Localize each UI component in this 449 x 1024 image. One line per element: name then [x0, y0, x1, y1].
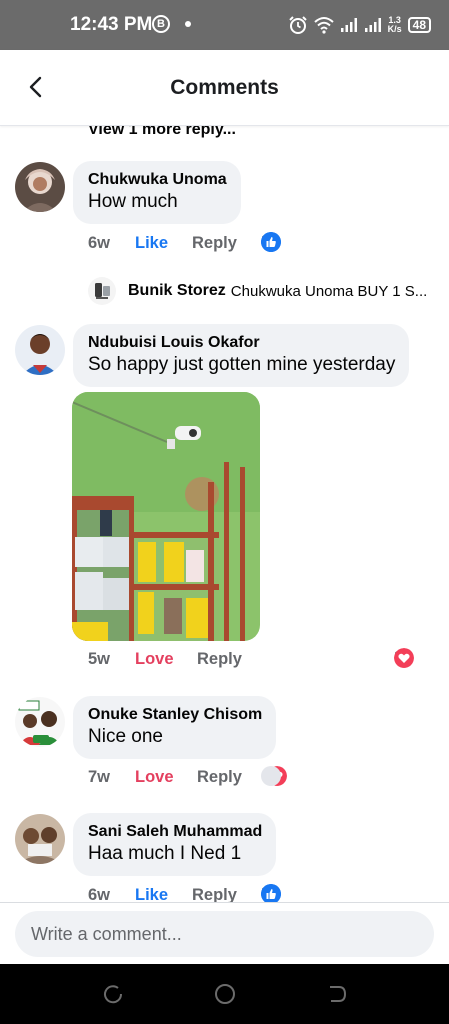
comment-actions: 7w Love Reply 2 [88, 766, 338, 790]
status-time: 12:43 PM [70, 14, 153, 35]
reply-button[interactable]: Reply [192, 886, 237, 902]
system-nav-bar [0, 964, 449, 1024]
signal-icon [340, 18, 357, 32]
reply-button[interactable]: Reply [197, 768, 242, 787]
comments-feed[interactable]: View 1 more reply... Chukwuka Unoma How … [0, 126, 449, 902]
reaction-count[interactable]: 1 [394, 648, 414, 668]
comment-bubble[interactable]: Ndubuisi Louis Okafor So happy just gott… [73, 324, 410, 387]
comment-text: How much [88, 191, 178, 212]
comment-time: 6w [88, 234, 111, 252]
comment-time: 6w [88, 886, 111, 902]
love-button[interactable]: Love [135, 650, 174, 669]
comment-author[interactable]: Onuke Stanley Chisom [88, 705, 262, 725]
reaction-icon [261, 766, 281, 786]
comment-text: Haa much I Ned 1 [88, 843, 242, 864]
reaction-count[interactable]: 2 [261, 766, 287, 786]
view-more-replies-link[interactable]: View 1 more reply... [88, 126, 236, 139]
comment-composer [0, 902, 449, 964]
reaction-count[interactable]: 1 [261, 884, 281, 902]
love-reaction-icon [394, 648, 414, 668]
alarm-icon [288, 16, 307, 34]
reply-button[interactable]: Reply [192, 234, 237, 253]
reply-author[interactable]: Bunik Storez [128, 282, 226, 300]
comment-bubble[interactable]: Chukwuka Unoma How much [73, 161, 241, 224]
avatar[interactable] [15, 814, 65, 864]
comment-bubble[interactable]: Onuke Stanley Chisom Nice one [73, 696, 277, 759]
comment-photo[interactable] [72, 392, 260, 641]
network-speed: 1.3 K/s [388, 16, 402, 34]
wifi-icon [313, 17, 334, 34]
comment-actions: 6w Like Reply 1 [88, 884, 318, 902]
back-icon[interactable] [325, 982, 349, 1006]
comment-author[interactable]: Ndubuisi Louis Okafor [88, 333, 395, 353]
like-button[interactable]: Like [135, 234, 168, 253]
avatar[interactable] [15, 325, 65, 375]
comments-header: Comments [0, 50, 449, 126]
comment-text: So happy just gotten mine yesterday [88, 354, 396, 375]
like-reaction-icon [261, 232, 281, 252]
signal-icon [364, 18, 381, 32]
comment-author[interactable]: Chukwuka Unoma [88, 170, 227, 190]
comment-bubble[interactable]: Sani Saleh Muhammad Haa much I Ned 1 [73, 813, 277, 876]
b-badge-icon: B [152, 15, 170, 33]
status-icons: 1.3 K/s 48 [288, 12, 431, 38]
comment-input[interactable] [15, 911, 434, 957]
comment-actions: 5w Love Reply 1 [88, 648, 428, 672]
comment-actions: 6w Like Reply 1 [88, 232, 318, 256]
notification-dot-icon [185, 21, 191, 27]
reply-button[interactable]: Reply [197, 650, 242, 669]
recent-apps-icon[interactable] [101, 982, 125, 1006]
battery-indicator: 48 [407, 17, 431, 33]
like-button[interactable]: Like [135, 886, 168, 902]
avatar[interactable] [15, 697, 65, 747]
comment-author[interactable]: Sani Saleh Muhammad [88, 822, 262, 842]
comment-text: Nice one [88, 726, 163, 747]
comment-time: 7w [88, 768, 111, 786]
reply-text: Chukwuka Unoma BUY 1 S... [230, 282, 428, 300]
network-speed-unit: K/s [387, 24, 402, 34]
comment-time: 5w [88, 650, 111, 668]
like-reaction-icon [261, 884, 281, 902]
avatar[interactable] [88, 277, 116, 305]
reply-preview[interactable]: Bunik Storez Chukwuka Unoma BUY 1 S... [88, 276, 427, 306]
page-title: Comments [170, 76, 279, 99]
love-button[interactable]: Love [135, 768, 174, 787]
home-icon[interactable] [213, 982, 237, 1006]
status-bar: 12:43 PM B 1.3 K/s 48 [0, 0, 449, 50]
avatar[interactable] [15, 162, 65, 212]
reaction-count[interactable]: 1 [261, 232, 281, 252]
